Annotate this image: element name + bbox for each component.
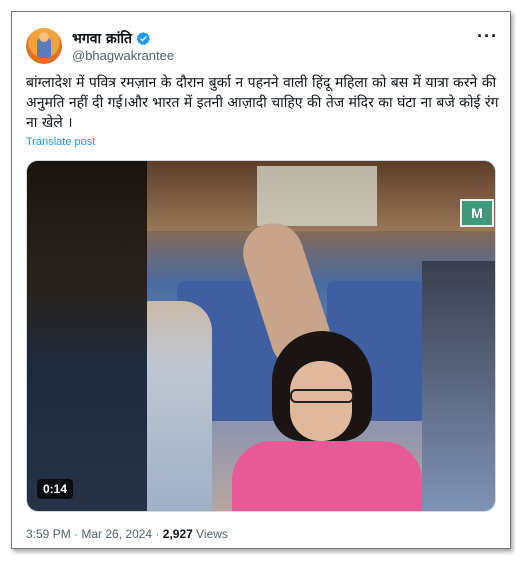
meta-separator: · [152, 527, 163, 541]
video-scene-glasses [290, 389, 354, 403]
meta-separator: · [70, 527, 82, 541]
views-label: Views [192, 527, 228, 541]
avatar-head [39, 32, 49, 42]
video-scene-person [422, 261, 495, 511]
author-name-row[interactable]: भगवा क्रांति [72, 29, 151, 48]
video-scene-body [232, 441, 422, 511]
post-time[interactable]: 3:59 PM [26, 527, 71, 541]
video-scene-woman [232, 331, 422, 511]
more-dots-icon[interactable]: ··· [477, 26, 498, 47]
views-count: 2,927 [162, 527, 193, 541]
video-scene-person [27, 161, 147, 511]
video-player[interactable]: M 0:14 [26, 160, 496, 512]
video-scene-window [257, 166, 377, 226]
post-card[interactable]: भगवा क्रांति @bhagwakrantee ··· बांग्लाद… [11, 11, 511, 549]
avatar[interactable] [26, 28, 62, 64]
post-meta: 3:59 PM · Mar 26, 2024 · 2,927 Views [26, 527, 228, 541]
author-handle[interactable]: @bhagwakrantee [72, 48, 174, 63]
author-display-name[interactable]: भगवा क्रांति [72, 29, 132, 48]
channel-logo-icon: M [460, 199, 494, 227]
translate-post-link[interactable]: Translate post [26, 136, 95, 148]
video-duration: 0:14 [37, 479, 74, 499]
post-date[interactable]: Mar 26, 2024 [81, 527, 152, 541]
verified-badge-icon [136, 31, 151, 46]
post-text: बांग्लादेश में पवित्र रमज़ान के दौरान बु… [26, 75, 503, 131]
